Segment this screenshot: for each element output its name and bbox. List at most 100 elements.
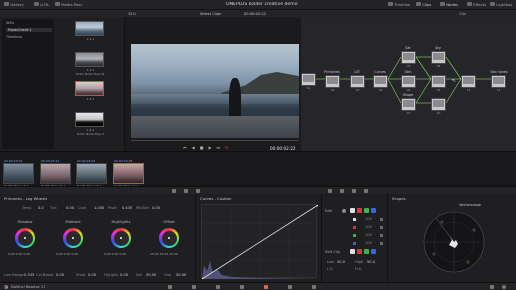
menu-effects[interactable]: Effects xyxy=(467,2,486,7)
high-value[interactable]: 50.0 xyxy=(367,260,375,264)
palette-icon-7[interactable] xyxy=(364,189,368,193)
tree-item-powergrade[interactable]: PowerGrade 1 xyxy=(6,28,52,32)
tree-item-timelines[interactable]: Timelines xyxy=(6,35,22,39)
highlights-wheel[interactable] xyxy=(111,228,131,248)
timeline-clip-1[interactable]: 00:00:20:04 H.265 Main L5.1 xyxy=(3,159,34,188)
node-label-primaries: Primaries xyxy=(324,70,340,74)
channel-value-1[interactable]: 100 xyxy=(365,217,372,221)
palette-icon-4[interactable] xyxy=(328,189,332,193)
page-deliver-icon[interactable] xyxy=(312,285,316,289)
reset-icon[interactable] xyxy=(380,218,383,221)
palette-icon-5[interactable] xyxy=(340,189,344,193)
page-fusion-icon[interactable] xyxy=(240,285,244,289)
node-10[interactable]: 10 xyxy=(431,98,446,115)
shadow-wheel[interactable] xyxy=(15,228,35,248)
link-icon[interactable] xyxy=(342,209,346,213)
page-media-icon[interactable] xyxy=(168,285,172,289)
palette-icon-3[interactable] xyxy=(196,189,200,193)
home-icon[interactable] xyxy=(490,285,494,289)
reset-icon[interactable] xyxy=(380,226,383,229)
node-09[interactable]: 09 xyxy=(431,75,446,92)
still-thumb-2[interactable]: 1.2.1 Exter Node Tree 01 xyxy=(75,52,105,75)
param-low-range-value[interactable]: 0.333 xyxy=(24,273,34,277)
page-fairlight-icon[interactable] xyxy=(288,285,292,289)
timeline-clip-4[interactable]: 00:00:29:18 H.265 Main L5.1 xyxy=(113,159,144,188)
menu-gallery[interactable]: Gallery xyxy=(4,2,24,7)
page-color-icon[interactable] xyxy=(264,285,268,289)
gallery-icon xyxy=(4,2,9,6)
node-08[interactable]: 08 xyxy=(431,51,446,68)
still-thumb-3[interactable]: 1.3.1 xyxy=(75,81,104,101)
scope-mode-dropdown[interactable]: Vectorscope xyxy=(459,203,481,207)
node-03[interactable]: 03 xyxy=(350,75,365,92)
curves-panel: Curves - Custom xyxy=(196,194,322,282)
timeline-clip-3[interactable]: 00:00:26:04 H.265 Main L5.1 xyxy=(76,159,107,188)
node-12[interactable]: 12 xyxy=(491,75,506,92)
param-tint-value[interactable]: 0.00 xyxy=(66,206,74,210)
node-02[interactable]: 02 xyxy=(325,75,340,92)
mouse-cursor-icon: ↖ xyxy=(452,78,457,84)
channel-value-4[interactable]: 100 xyxy=(365,241,372,245)
node-label-shape: Shape xyxy=(402,93,414,97)
softclip-row-2: L.S. H.S. xyxy=(325,267,387,272)
channel-swatch-red[interactable] xyxy=(357,208,362,213)
timeline-clip-2[interactable]: 00:00:23:12 H.265 Main L5.1 xyxy=(40,159,71,188)
param-sat-value[interactable]: 50.00 xyxy=(146,273,156,277)
softclip-swatch-green[interactable] xyxy=(364,249,369,254)
midtone-wheel[interactable] xyxy=(63,228,83,248)
page-edit-icon[interactable] xyxy=(216,285,220,289)
low-value[interactable]: 50.0 xyxy=(337,260,345,264)
node-number: 06 xyxy=(406,88,411,92)
node-number: 10 xyxy=(436,111,441,115)
curve-graph[interactable] xyxy=(201,204,318,279)
palette-icon-1[interactable] xyxy=(172,189,176,193)
offset-wheel[interactable] xyxy=(159,228,179,248)
channel-swatch-green[interactable] xyxy=(364,208,369,213)
reset-icon[interactable] xyxy=(380,242,383,245)
tree-item-stills[interactable]: Stills xyxy=(6,21,14,25)
channel-value-3[interactable]: 100 xyxy=(365,233,372,237)
menu-lightbox[interactable]: Lightbox xyxy=(490,2,513,7)
param-pivot-value[interactable]: 0.435 xyxy=(122,206,132,210)
softclip-swatch-blue[interactable] xyxy=(371,249,376,254)
zoom-level[interactable]: 34% xyxy=(128,12,136,16)
still-thumb-4[interactable]: 1.4.1 Exter Node Tree 2 xyxy=(75,112,104,135)
viewer-scrubber[interactable] xyxy=(131,140,299,141)
node-05[interactable]: 05 xyxy=(401,51,416,68)
menu-clips[interactable]: Clips xyxy=(416,2,431,7)
select-clips-dropdown[interactable]: Select Clips xyxy=(200,12,221,16)
media-pool-label: Media Pool xyxy=(61,2,82,7)
viewer-panel: ⏮ ◀ ■ ▶ ⏭ ↻ 00:00:02:22 xyxy=(125,17,301,151)
reset-icon[interactable] xyxy=(380,234,383,237)
node-07[interactable]: 07 xyxy=(401,98,416,115)
param-shad-value[interactable]: 0.00 xyxy=(88,273,96,277)
softclip-swatch-red[interactable] xyxy=(357,249,362,254)
param-temp-value[interactable]: 0.0 xyxy=(38,206,44,210)
clip-mode-label[interactable]: Clip xyxy=(459,12,466,16)
page-cut-icon[interactable] xyxy=(192,285,196,289)
param-col-boost-value[interactable]: 0.00 xyxy=(56,273,64,277)
menu-nodes[interactable]: Nodes xyxy=(440,2,458,7)
wheel-center-dot xyxy=(72,237,74,239)
channel-swatch-blue[interactable] xyxy=(371,208,376,213)
param-mddet-value[interactable]: 0.00 xyxy=(152,206,160,210)
viewer-image[interactable] xyxy=(131,44,299,138)
palette-icon-2[interactable] xyxy=(184,189,188,193)
still-thumb-1[interactable]: 1.1.1 xyxy=(75,21,104,41)
node-01[interactable]: 01 xyxy=(301,73,316,90)
menu-timeline[interactable]: Timeline xyxy=(388,2,410,7)
channel-value-2[interactable]: 100 xyxy=(365,225,372,229)
node-04[interactable]: 04 xyxy=(373,75,388,92)
settings-gear-icon[interactable] xyxy=(502,285,506,289)
menu-media-pool[interactable]: Media Pool xyxy=(55,2,82,7)
node-06[interactable]: 06 xyxy=(401,75,416,92)
param-cont-value[interactable]: 1.000 xyxy=(94,206,104,210)
menu-luts[interactable]: LUTs xyxy=(34,2,49,7)
param-hilight-value[interactable]: 0.00 xyxy=(120,273,128,277)
softclip-swatch-white[interactable] xyxy=(350,249,355,254)
param-hue-value[interactable]: 50.00 xyxy=(176,273,186,277)
palette-icon-6[interactable] xyxy=(352,189,356,193)
channel-swatch-white[interactable] xyxy=(350,208,355,213)
node-number: 08 xyxy=(436,64,441,68)
node-11[interactable]: 11 xyxy=(461,75,476,92)
